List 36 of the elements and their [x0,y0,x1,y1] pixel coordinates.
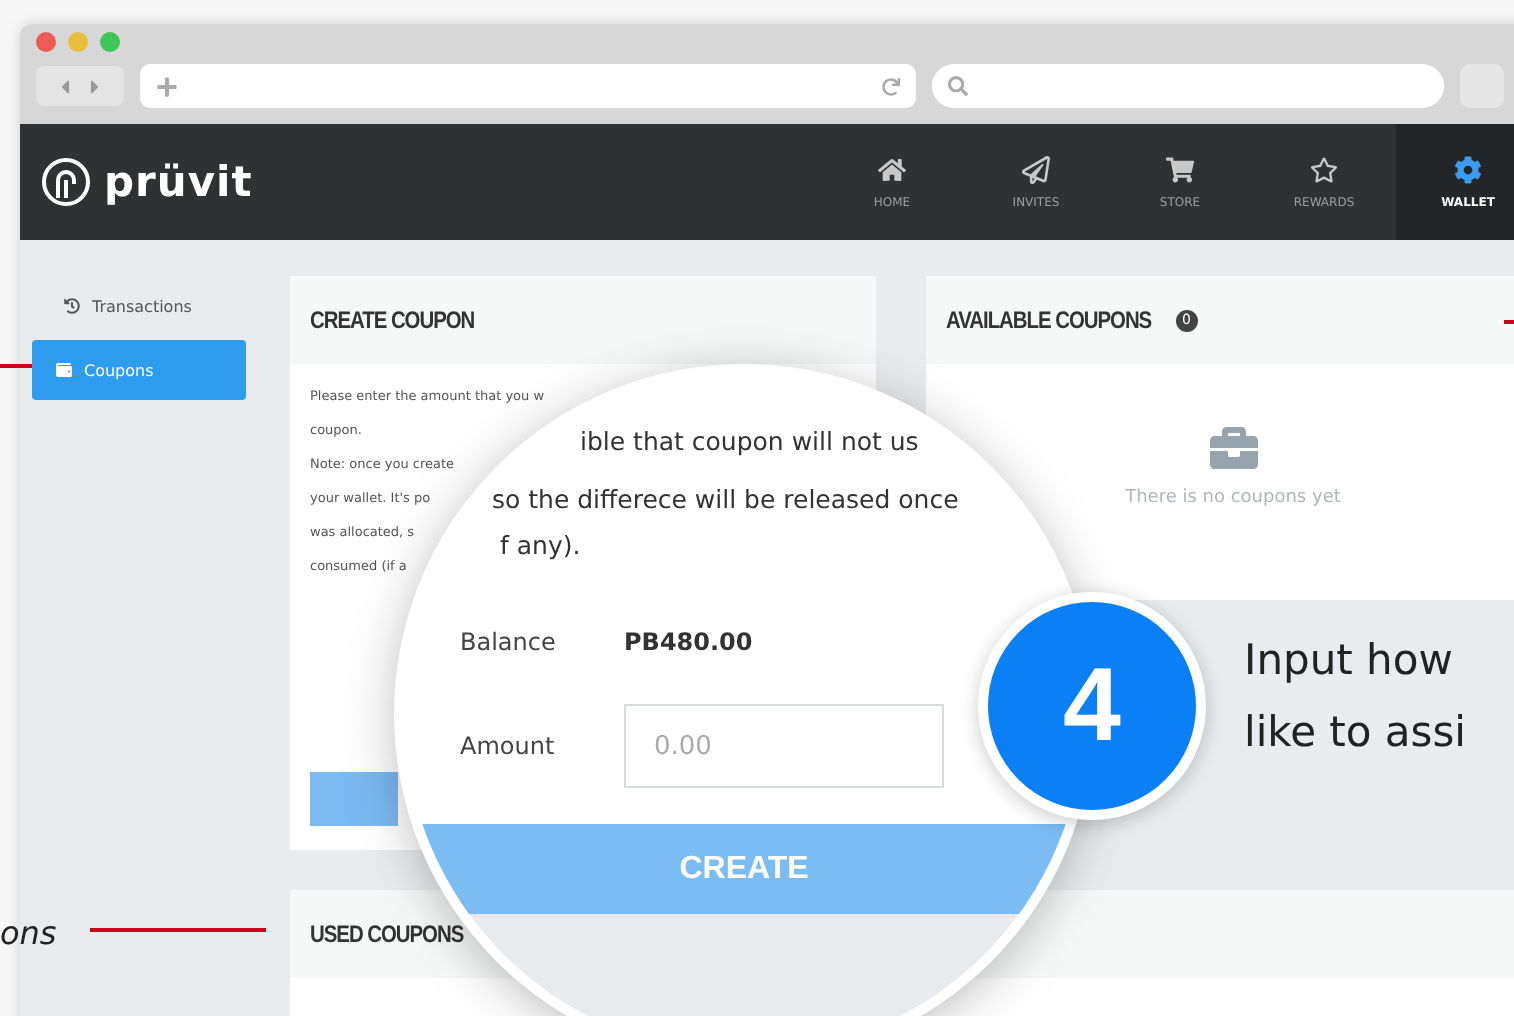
sidebar-item[interactable]: Transactions [32,288,246,324]
close-dot-icon[interactable] [36,32,56,52]
instruction-text: ible that coupon will not us [580,426,919,456]
fingerprint-logo-icon [40,156,92,208]
callout-text: ons [0,914,57,952]
step-instruction-text: Input how [1244,634,1455,688]
wallet-icon [56,362,72,378]
card-title: CREATE COUPON [310,306,475,334]
card-title: AVAILABLE COUPONS [946,306,1152,334]
history-icon [64,298,80,314]
instruction-text: f any). [500,530,581,560]
star-icon [1310,155,1338,183]
search-icon [948,76,968,96]
balance-label: Balance [460,628,558,656]
address-field[interactable] [140,64,916,108]
back-forward-buttons[interactable] [36,66,124,106]
plane-icon [1022,155,1050,183]
cart-icon [1166,155,1194,183]
step-instruction-text: like to assi [1244,706,1467,760]
reload-icon[interactable] [882,77,900,95]
card-title: USED COUPONS [310,920,464,948]
zoom-dot-icon[interactable] [100,32,120,52]
briefcase-icon [1209,424,1257,472]
balance-value: PB480.00 [624,628,753,656]
plus-icon[interactable] [156,75,178,97]
instruction-text: so the differece will be released once [492,484,959,514]
sidebar-item[interactable]: Coupons [32,340,246,400]
home-icon [878,155,906,183]
empty-message: There is no coupons yet [1125,488,1341,508]
gear-icon [1454,155,1482,183]
search-field[interactable] [932,64,1444,108]
create-button[interactable] [310,772,398,826]
logo-text: prüvit [104,158,253,206]
amount-label: Amount [460,732,557,760]
minimize-dot-icon[interactable] [68,32,88,52]
amount-field[interactable]: 0.00 [624,704,944,788]
